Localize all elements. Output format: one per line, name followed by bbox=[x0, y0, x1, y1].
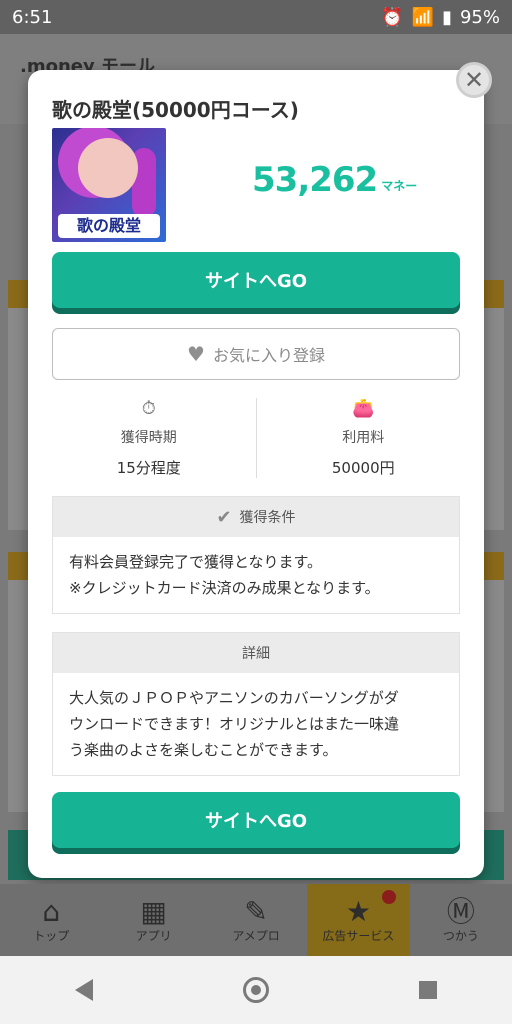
check-icon: ✔ bbox=[216, 506, 232, 528]
tab-label: アメプロ bbox=[232, 928, 280, 943]
wifi-icon: 📶 bbox=[411, 6, 435, 28]
stat-label: 利用料 bbox=[342, 430, 385, 446]
stat-fee: 👛 利用料 50000円 bbox=[267, 398, 461, 478]
status-time: 6:51 bbox=[12, 6, 53, 28]
details-header: 詳細 bbox=[53, 633, 459, 673]
ad-detail-modal: 歌の殿堂(50000円コース) 歌の殿堂 53,262 マネー サイトへGO ♥… bbox=[28, 70, 484, 878]
heart-icon: ♥ bbox=[187, 342, 205, 366]
battery-icon: ▮ bbox=[442, 6, 452, 28]
details-line: ウンロードできます！オリジナルとはまた一味違 bbox=[69, 715, 400, 733]
wallet-icon: 👛 bbox=[352, 398, 375, 419]
tab-use[interactable]: Ⓜ つかう bbox=[410, 884, 512, 956]
details-box: 詳細 大人気のＪＰＯＰやアニソンのカバーソングがダ ウンロードできます！オリジナ… bbox=[52, 632, 460, 776]
modal-title: 歌の殿堂(50000円コース) bbox=[52, 98, 299, 122]
grid-icon: ▦ bbox=[140, 894, 167, 928]
details-line: 大人気のＪＰＯＰやアニソンのカバーソングがダ bbox=[69, 689, 399, 707]
tab-ad-services[interactable]: ★ 広告サービス bbox=[307, 884, 410, 956]
status-icons: ⏰ 📶 ▮ 95% bbox=[381, 7, 500, 28]
tab-label: トップ bbox=[33, 928, 70, 943]
battery-percent: 95% bbox=[459, 6, 500, 28]
stat-acquisition-time: ⏱ 獲得時期 15分程度 bbox=[52, 398, 246, 478]
conditions-title: 獲得条件 bbox=[239, 510, 296, 526]
details-body: 大人気のＪＰＯＰやアニソンのカバーソングがダ ウンロードできます！オリジナルとは… bbox=[53, 673, 459, 775]
tab-top[interactable]: ⌂ トップ bbox=[0, 884, 102, 956]
go-site-button[interactable]: サイトへGO bbox=[52, 252, 460, 308]
status-bar: 6:51 ⏰ 📶 ▮ 95% bbox=[0, 0, 512, 34]
close-button[interactable]: ✕ bbox=[456, 62, 492, 98]
alarm-icon: ⏰ bbox=[381, 6, 404, 28]
conditions-box: ✔ 獲得条件 有料会員登録完了で獲得となります。 ※クレジットカード決済のみ成果… bbox=[52, 496, 460, 614]
money-icon: Ⓜ bbox=[446, 894, 475, 928]
conditions-line: 有料会員登録完了で獲得となります。 bbox=[69, 553, 323, 571]
details-line: う楽曲のよさを楽しむことができます。 bbox=[69, 741, 338, 759]
reward-unit: マネー bbox=[381, 179, 418, 193]
star-box-icon: ★ bbox=[345, 894, 371, 928]
reward-value: 53,262 bbox=[252, 160, 378, 200]
back-icon[interactable] bbox=[75, 979, 93, 1001]
pencil-icon: ✎ bbox=[244, 894, 268, 928]
stat-value: 50000円 bbox=[331, 459, 395, 477]
tab-label: つかう bbox=[442, 928, 479, 943]
stat-value: 15分程度 bbox=[116, 459, 181, 477]
go-site-button-bottom[interactable]: サイトへGO bbox=[52, 792, 460, 848]
home-icon: ⌂ bbox=[42, 894, 61, 928]
details-title: 詳細 bbox=[242, 646, 270, 662]
favorite-label: お気に入り登録 bbox=[212, 346, 325, 365]
tab-label: 広告サービス bbox=[322, 928, 395, 943]
tab-label: アプリ bbox=[135, 928, 172, 943]
home-button-icon[interactable] bbox=[243, 977, 269, 1003]
conditions-line: ※クレジットカード決済のみ成果となります。 bbox=[69, 579, 380, 597]
android-navbar bbox=[0, 956, 512, 1024]
notification-badge bbox=[381, 890, 396, 904]
tab-amepro[interactable]: ✎ アメプロ bbox=[205, 884, 307, 956]
recents-icon[interactable] bbox=[419, 981, 437, 999]
thumbnail-logo: 歌の殿堂 bbox=[58, 214, 160, 238]
ad-thumbnail: 歌の殿堂 bbox=[52, 128, 166, 242]
conditions-header: ✔ 獲得条件 bbox=[53, 497, 459, 537]
bottom-tabbar: ⌂ トップ ▦ アプリ ✎ アメプロ ★ 広告サービス Ⓜ つかう bbox=[0, 884, 512, 956]
clock-icon: ⏱ bbox=[141, 398, 156, 419]
divider bbox=[255, 398, 257, 478]
conditions-body: 有料会員登録完了で獲得となります。 ※クレジットカード決済のみ成果となります。 bbox=[53, 537, 459, 613]
favorite-button[interactable]: ♥ お気に入り登録 bbox=[52, 328, 460, 380]
stats: ⏱ 獲得時期 15分程度 👛 利用料 50000円 bbox=[52, 398, 460, 478]
stat-label: 獲得時期 bbox=[120, 430, 177, 446]
reward: 53,262 マネー bbox=[252, 162, 417, 198]
tab-apps[interactable]: ▦ アプリ bbox=[102, 884, 204, 956]
